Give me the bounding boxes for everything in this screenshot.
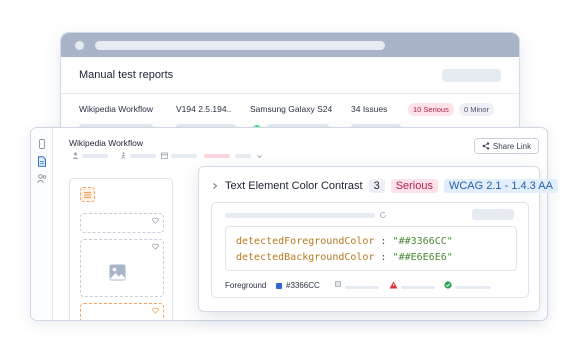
report-header: Manual test reports bbox=[61, 57, 519, 94]
device-preview bbox=[69, 178, 173, 320]
walk-icon bbox=[121, 152, 126, 159]
foreground-label: Foreground bbox=[225, 281, 267, 290]
heart-icon[interactable] bbox=[152, 307, 159, 314]
screenshot-stage: Manual test reports Wikipedia Workflow V… bbox=[0, 0, 580, 352]
placeholder-line bbox=[130, 154, 156, 158]
placeholder-line bbox=[225, 213, 375, 218]
calendar-icon bbox=[161, 152, 168, 159]
code-key: detectedBackgroundColor bbox=[236, 252, 375, 263]
user-icon bbox=[72, 152, 79, 159]
panel-title: Wikipedia Workflow bbox=[69, 138, 144, 148]
heart-icon[interactable] bbox=[152, 243, 159, 250]
wcag-badge: WCAG 2.1 - 1.4.3 AA bbox=[443, 179, 558, 193]
code-value: "##E6E6E6" bbox=[392, 252, 453, 263]
code-separator: : bbox=[374, 236, 393, 247]
placeholder-line bbox=[401, 286, 435, 289]
background-swatch bbox=[335, 281, 341, 287]
menu-icon bbox=[84, 191, 91, 198]
sidebar-item-users[interactable] bbox=[36, 172, 48, 184]
foreground-swatch-item: #3366CC bbox=[276, 281, 320, 290]
highlighted-card[interactable] bbox=[80, 303, 164, 320]
highlighted-menu-element[interactable] bbox=[80, 187, 95, 202]
issue-count: 3 bbox=[368, 179, 385, 193]
foreground-value: #3366CC bbox=[286, 281, 320, 290]
share-icon bbox=[482, 142, 490, 150]
action-button[interactable] bbox=[472, 209, 514, 220]
row-issues: 34 Issues bbox=[351, 104, 388, 114]
meta-row bbox=[69, 152, 329, 160]
row-device: Samsung Galaxy S24 bbox=[250, 104, 333, 114]
card-placeholder[interactable] bbox=[80, 213, 164, 233]
issue-title: Text Element Color Contrast bbox=[225, 180, 363, 192]
chevron-down-icon[interactable] bbox=[256, 153, 263, 160]
severity-badge: Serious bbox=[390, 179, 438, 193]
image-icon bbox=[109, 264, 126, 281]
severity-placeholder bbox=[204, 154, 230, 158]
warning-icon bbox=[389, 281, 398, 289]
issue-card: Text Element Color Contrast 3 Serious WC… bbox=[198, 166, 558, 312]
placeholder-line bbox=[455, 286, 491, 289]
report-window: Manual test reports Wikipedia Workflow V… bbox=[60, 32, 520, 142]
heart-icon[interactable] bbox=[152, 217, 159, 224]
window-titlebar bbox=[61, 33, 519, 57]
placeholder-line bbox=[82, 154, 108, 158]
phone-icon bbox=[39, 139, 45, 149]
document-icon bbox=[38, 155, 46, 167]
row-version: V194 2.5.194.. bbox=[176, 104, 232, 114]
code-separator: : bbox=[374, 252, 393, 263]
placeholder-line bbox=[235, 154, 251, 158]
issue-detail: detectedForegroundColor : "##3366CC" det… bbox=[211, 202, 529, 298]
issue-header[interactable]: Text Element Color Contrast 3 Serious WC… bbox=[211, 179, 558, 193]
contrast-legend: Foreground #3366CC bbox=[225, 281, 517, 293]
refresh-icon[interactable] bbox=[379, 211, 387, 219]
placeholder-line bbox=[345, 286, 379, 289]
minor-badge: 0 Minor bbox=[459, 103, 495, 116]
background-swatch-item bbox=[335, 281, 341, 287]
code-block: detectedForegroundColor : "##3366CC" det… bbox=[225, 226, 517, 271]
users-icon bbox=[37, 173, 47, 183]
chevron-right-icon[interactable] bbox=[211, 182, 219, 190]
check-icon bbox=[444, 281, 452, 289]
sidebar-item-reports[interactable] bbox=[36, 155, 48, 167]
code-value: "##3366CC" bbox=[392, 236, 453, 247]
code-line: detectedForegroundColor : "##3366CC" bbox=[236, 234, 506, 250]
code-key: detectedForegroundColor bbox=[236, 236, 375, 247]
image-card[interactable] bbox=[80, 239, 164, 297]
url-bar[interactable] bbox=[95, 40, 385, 50]
row-workflow: Wikipedia Workflow bbox=[79, 104, 154, 114]
header-action-button[interactable] bbox=[442, 68, 501, 82]
foreground-swatch bbox=[276, 282, 282, 289]
window-dot[interactable] bbox=[75, 40, 84, 50]
code-line: detectedBackgroundColor : "##E6E6E6" bbox=[236, 250, 506, 266]
share-link-label: Share Link bbox=[492, 141, 532, 151]
share-link-button[interactable]: Share Link bbox=[474, 138, 539, 154]
serious-badge: 10 Serious bbox=[408, 103, 454, 116]
placeholder-line bbox=[171, 154, 197, 158]
sidebar-item-device[interactable] bbox=[36, 138, 48, 150]
page-title: Manual test reports bbox=[79, 69, 174, 81]
sidebar bbox=[31, 128, 53, 320]
